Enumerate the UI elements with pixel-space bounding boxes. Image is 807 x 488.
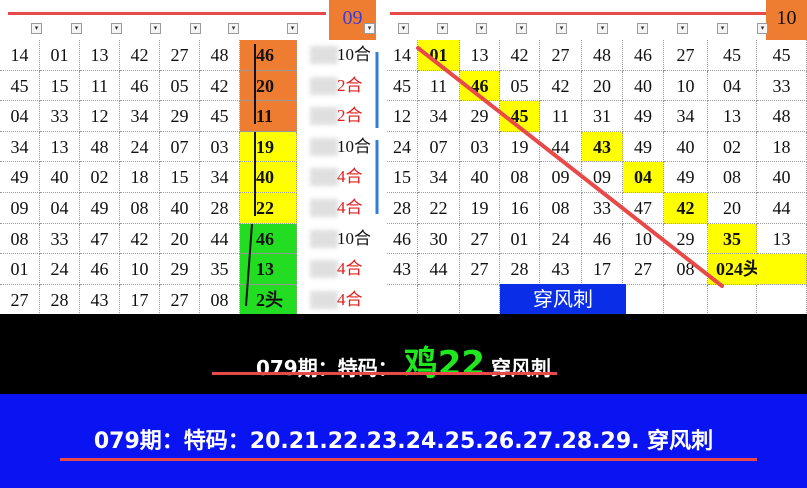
blue-banner-text: 079期：特码：20.21.22.23.24.25.26.27.28.29. 穿… [0,423,807,455]
blue-banner-content: 079期：特码：20.21.22.23.24.25.26.27.28.29. 穿… [93,429,714,454]
bracket-line-3 [245,223,253,307]
black-banner-highlight: 鸡22 [403,344,486,384]
overlay-lines [245,44,724,307]
black-banner-prefix: 079期：特码： [255,356,398,380]
black-banner-suffix: 穿风刺 [491,356,552,380]
diagonal-trend-line [416,46,724,288]
black-banner-underline [212,372,557,375]
lottery-chart-screenshot: 09 10 ▾ ▾ ▾ ▾ ▾ ▾ ▾ ▾ ▾ ▾ ▾ ▾ ▾ ▾ ▾ ▾ ▾ ▾ 14 01 13 42 27 48 46 4… [0,0,807,488]
black-banner-text: 079期：特码： 鸡22 穿风刺 [0,336,807,385]
spreadsheet-area: 09 10 ▾ ▾ ▾ ▾ ▾ ▾ ▾ ▾ ▾ ▾ ▾ ▾ ▾ ▾ ▾ ▾ ▾ ▾ 14 01 13 42 27 48 46 4… [0,0,807,316]
blue-banner-underline [60,458,757,461]
